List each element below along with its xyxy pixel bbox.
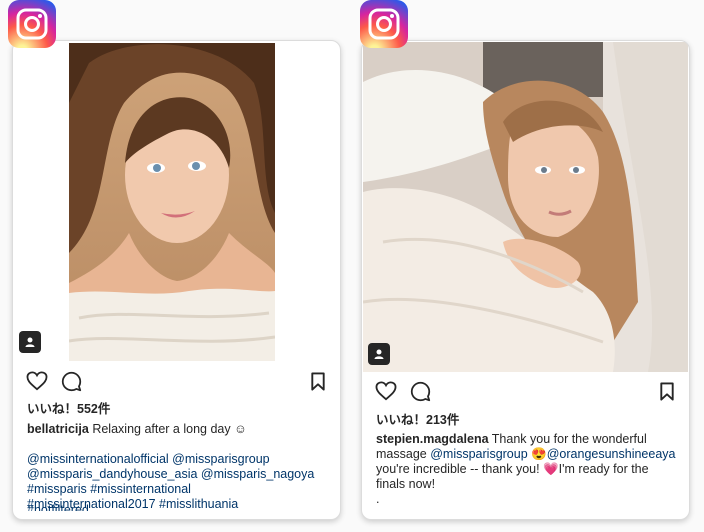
- post-photo[interactable]: [363, 42, 688, 372]
- post-caption: bellatricija Relaxing after a long day ☺…: [27, 422, 328, 512]
- caption-mention[interactable]: @orangesunshineeaya: [547, 447, 676, 461]
- caption-text: I'm ready for the: [558, 462, 649, 476]
- post-actions: [13, 369, 340, 393]
- user-tag-icon[interactable]: [368, 343, 390, 365]
- instagram-logo-icon: [360, 0, 408, 48]
- bookmark-icon[interactable]: [655, 379, 679, 403]
- heart-icon[interactable]: [374, 379, 398, 403]
- heart-icon[interactable]: [25, 369, 49, 393]
- caption-username[interactable]: stepien.magdalena: [376, 432, 489, 446]
- comment-icon[interactable]: [59, 369, 83, 393]
- caption-text: massage: [376, 447, 427, 461]
- caption-mention[interactable]: @missparisgroup: [430, 447, 527, 461]
- post-actions: [362, 379, 689, 403]
- emoji-pink-heart: 💗: [543, 462, 559, 476]
- emoji-heart-eyes: 😍: [531, 447, 547, 461]
- caption-text: Relaxing after a long day ☺: [92, 422, 247, 436]
- caption-text: you're incredible -- thank you!: [376, 462, 540, 476]
- instagram-post-card-stepien: いいね！213件 stepien.magdalena Thank you for…: [361, 40, 690, 520]
- user-tag-icon[interactable]: [19, 331, 41, 353]
- post-photo[interactable]: [69, 43, 275, 361]
- likes-count[interactable]: いいね！552件: [27, 398, 110, 417]
- caption-mentions[interactable]: @missparis_dandyhouse_asia @missparis_na…: [27, 467, 328, 482]
- caption-mentions[interactable]: @missinternationalofficial @missparisgro…: [27, 452, 328, 467]
- caption-text: .: [376, 492, 380, 506]
- bookmark-icon[interactable]: [306, 369, 330, 393]
- instagram-logo-icon: [8, 0, 56, 48]
- comment-icon[interactable]: [408, 379, 432, 403]
- caption-text: finals now!: [376, 477, 436, 491]
- post-caption: stepien.magdalena Thank you for the wond…: [376, 432, 677, 507]
- instagram-post-card-bellatricija: いいね！552件 bellatricija Relaxing after a l…: [12, 40, 341, 520]
- caption-hashtags[interactable]: #missparis #missinternational: [27, 482, 328, 497]
- caption-username[interactable]: bellatricija: [27, 422, 89, 436]
- caption-hashtags-cut[interactable]: #notfiltered: [27, 503, 89, 511]
- caption-text: Thank you for the wonderful: [491, 432, 647, 446]
- likes-count[interactable]: いいね！213件: [376, 409, 459, 428]
